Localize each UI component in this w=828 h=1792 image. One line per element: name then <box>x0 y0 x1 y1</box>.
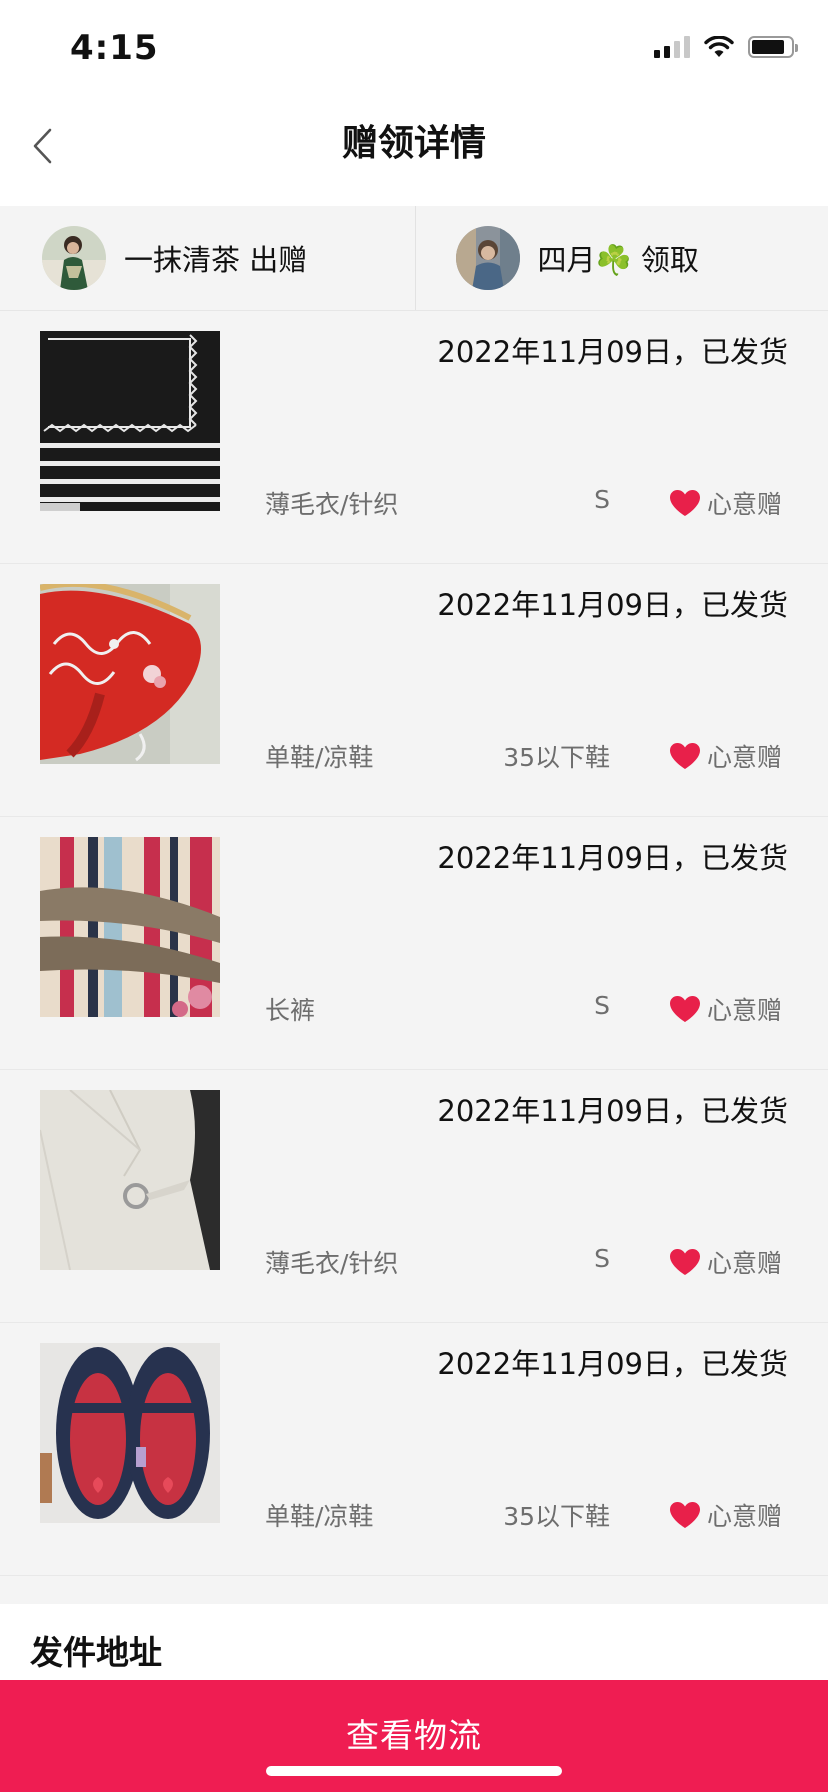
gift-item[interactable]: 2022年11月09日，已发货 单鞋/凉鞋 35以下鞋 心意赠 <box>0 564 828 817</box>
item-status: 2022年11月09日，已发货 <box>437 841 788 875</box>
item-status: 2022年11月09日，已发货 <box>437 335 788 369</box>
item-status: 2022年11月09日，已发货 <box>437 588 788 622</box>
item-status: 2022年11月09日，已发货 <box>437 1094 788 1128</box>
heart-icon <box>669 996 700 1022</box>
item-status: 2022年11月09日，已发货 <box>437 1347 788 1381</box>
wifi-icon <box>704 36 734 57</box>
item-size: S <box>594 1244 610 1273</box>
gift-type-label: 心意赠 <box>706 490 782 519</box>
gift-type-label: 心意赠 <box>706 1249 782 1278</box>
heart-icon <box>669 1249 700 1275</box>
gift-parties: 一抹清茶 出赠 四月☘️ 领取 <box>0 206 828 311</box>
heart-icon <box>669 1502 700 1528</box>
gift-type-label: 心意赠 <box>706 743 782 772</box>
item-category: 长裤 <box>265 996 316 1025</box>
address-title: 发件地址 <box>30 1633 162 1672</box>
giver-action: 出赠 <box>249 243 308 277</box>
status-time: 4:15 <box>70 28 159 68</box>
page-title: 赠领详情 <box>341 123 486 164</box>
gift-type-label: 心意赠 <box>706 1502 782 1531</box>
gift-type-label: 心意赠 <box>706 996 782 1025</box>
item-thumbnail <box>40 1090 220 1270</box>
receiver-name: 四月☘️ <box>537 243 632 277</box>
item-category: 薄毛衣/针织 <box>265 490 399 519</box>
heart-icon <box>669 490 700 516</box>
receiver-action: 领取 <box>640 243 699 277</box>
cellular-signal-icon <box>654 36 690 58</box>
gift-detail-screen: 4:15 赠领详情 一抹清茶 出赠 四月☘️ 领取 2022年11月09日，已发… <box>0 0 828 1792</box>
item-size: S <box>594 991 610 1020</box>
heart-icon <box>669 743 700 769</box>
home-indicator <box>266 1766 562 1776</box>
item-thumbnail <box>40 584 220 764</box>
item-size: 35以下鞋 <box>503 1502 610 1531</box>
item-category: 薄毛衣/针织 <box>265 1249 399 1278</box>
item-thumbnail <box>40 837 220 1017</box>
item-category: 单鞋/凉鞋 <box>265 743 374 772</box>
giver-avatar <box>42 226 106 290</box>
item-size: 35以下鞋 <box>503 743 610 772</box>
receiver-avatar <box>455 226 520 290</box>
gift-item[interactable]: 2022年11月09日，已发货 薄毛衣/针织 S 心意赠 <box>0 311 828 564</box>
gift-type-badge: 心意赠 <box>669 738 782 774</box>
battery-icon <box>748 36 798 58</box>
gift-type-badge: 心意赠 <box>669 1244 782 1280</box>
gift-type-badge: 心意赠 <box>669 1497 782 1533</box>
item-thumbnail <box>40 331 220 511</box>
address-section: 发件地址 <box>0 1604 828 1680</box>
item-size: S <box>594 485 610 514</box>
gift-item[interactable]: 2022年11月09日，已发货 长裤 S 心意赠 <box>0 817 828 1070</box>
item-category: 单鞋/凉鞋 <box>265 1502 374 1531</box>
gift-type-badge: 心意赠 <box>669 485 782 521</box>
receiver-profile[interactable]: 四月☘️ 领取 <box>414 206 828 310</box>
nav-bar: 赠领详情 <box>0 96 828 206</box>
gift-type-badge: 心意赠 <box>669 991 782 1027</box>
giver-profile[interactable]: 一抹清茶 出赠 <box>0 206 415 310</box>
gift-item[interactable]: 2022年11月09日，已发货 薄毛衣/针织 S 心意赠 <box>0 1070 828 1323</box>
gift-item[interactable]: 2022年11月09日，已发货 单鞋/凉鞋 35以下鞋 心意赠 <box>0 1323 828 1576</box>
status-bar: 4:15 <box>0 0 828 96</box>
giver-text: 一抹清茶 出赠 <box>124 237 307 279</box>
receiver-text: 四月☘️ 领取 <box>538 237 699 279</box>
giver-name: 一抹清茶 <box>124 243 241 277</box>
item-thumbnail <box>40 1343 220 1523</box>
status-icons <box>654 36 798 58</box>
item-list: 2022年11月09日，已发货 薄毛衣/针织 S 心意赠 2022年11月09日… <box>0 311 828 1576</box>
